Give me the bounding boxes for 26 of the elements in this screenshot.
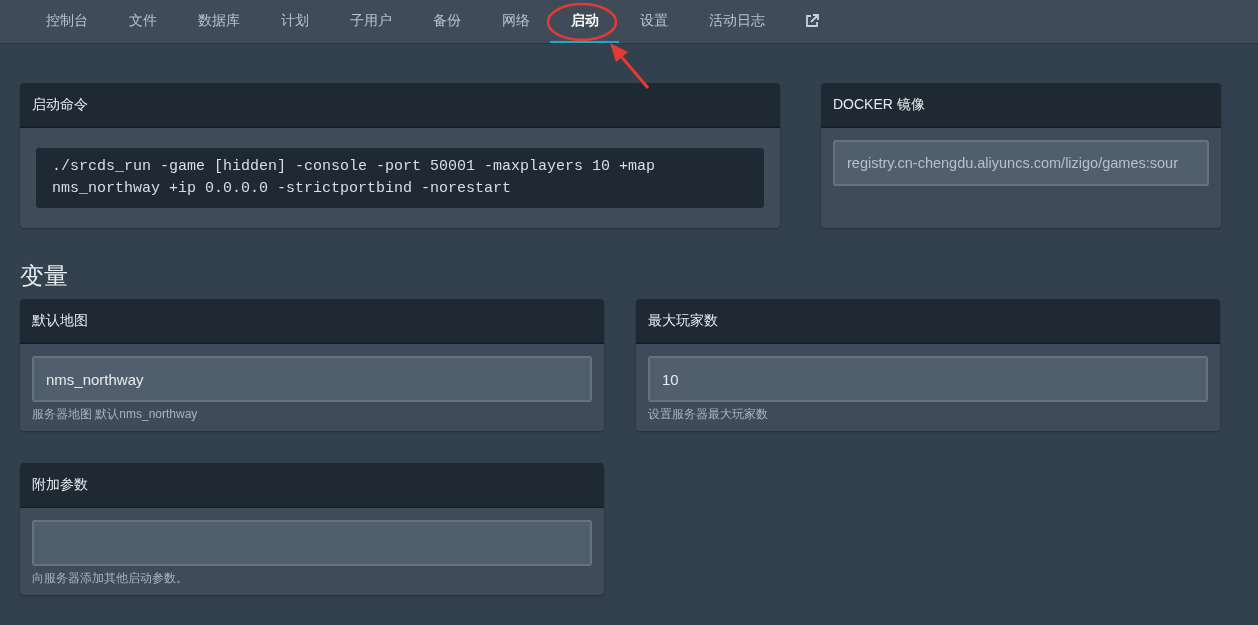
nav-tab[interactable]: 文件 — [108, 0, 177, 43]
input-field[interactable]: nms_northway — [32, 356, 592, 402]
nav-tab[interactable]: 网络 — [481, 0, 550, 43]
annotation-circle — [546, 2, 618, 42]
card-title: 启动命令 — [32, 96, 88, 114]
field-description: 服务器地图 默认nms_northway — [32, 406, 199, 423]
card-title: 默认地图 — [32, 312, 88, 330]
card-title: 最大玩家数 — [648, 312, 718, 330]
card-title: DOCKER 镜像 — [833, 96, 925, 114]
startup-command: ./srcds_run -game [hidden] -console -port 50001 -maxplayers 10 +map nms_northway +ip 0.0.0.0 -strictportbind -norestart — [36, 148, 764, 208]
nav-tab[interactable]: 计划 — [260, 0, 329, 43]
nav-tab[interactable]: 活动日志 — [688, 0, 785, 43]
field-description: 设置服务器最大玩家数 — [648, 406, 769, 423]
section-heading: 变量 — [20, 261, 69, 291]
field-description: 向服务器添加其他启动参数。 — [32, 570, 189, 587]
nav-tab[interactable]: 子用户 — [329, 0, 412, 43]
nav-tab[interactable]: 控制台 — [25, 0, 108, 43]
input-field[interactable]: 10 — [648, 356, 1208, 402]
nav-tab[interactable]: 备份 — [412, 0, 481, 43]
card-title: 附加参数 — [32, 476, 88, 494]
nav-tab[interactable]: 启动 — [550, 0, 619, 43]
nav-tab[interactable]: 设置 — [619, 0, 688, 43]
nav-tab[interactable]: 数据库 — [177, 0, 260, 43]
docker-image-field[interactable]: registry.cn-chengdu.aliyuncs.com/lizigo/games:sour — [833, 140, 1209, 186]
input-field[interactable] — [32, 520, 592, 566]
annotation-arrow — [610, 43, 650, 89]
